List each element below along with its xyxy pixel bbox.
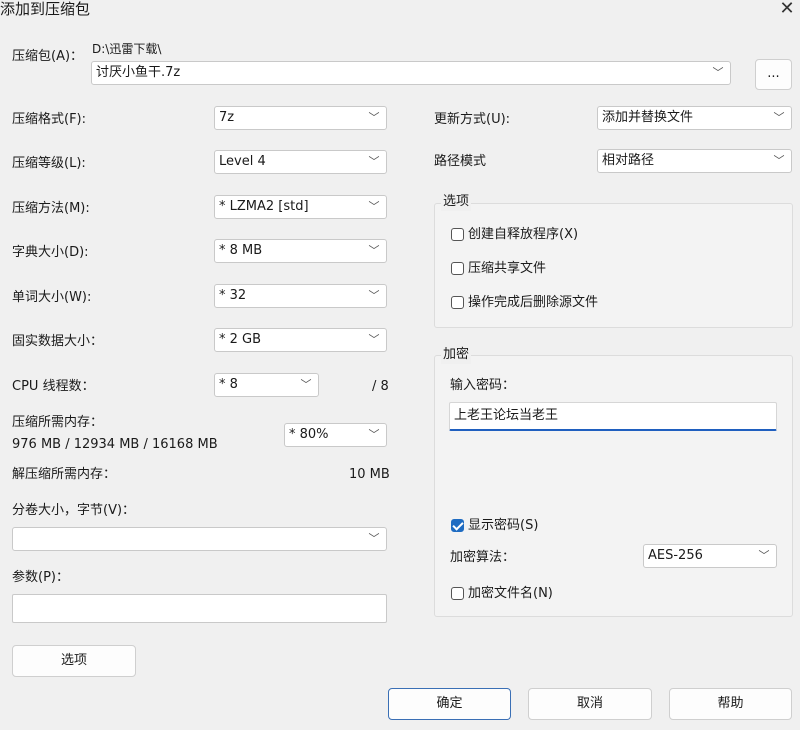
chevron-down-icon: ﹀: [712, 66, 724, 79]
chevron-down-icon: ﹀: [368, 155, 380, 168]
encrypt-names-checkbox[interactable]: [451, 587, 464, 600]
sfx-checkbox[interactable]: [451, 228, 464, 241]
mem-usage-value: * 80%: [289, 427, 329, 442]
password-input[interactable]: 上老王论坛当老王: [449, 402, 777, 431]
browse-button[interactable]: ...: [755, 59, 792, 90]
format-select[interactable]: 7z ﹀: [214, 106, 387, 130]
volume-combo[interactable]: ﹀: [12, 527, 387, 551]
show-password-checkbox[interactable]: [451, 519, 464, 532]
chevron-down-icon: ﹀: [368, 200, 380, 213]
delete-checkbox[interactable]: [451, 296, 464, 309]
mem-decomp-label: 解压缩所需内存：: [12, 467, 117, 482]
path-mode-select[interactable]: 相对路径 ﹀: [597, 149, 792, 173]
archive-name-combo[interactable]: 讨厌小鱼干.7z ﹀: [91, 61, 731, 85]
update-select[interactable]: 添加并替换文件 ﹀: [597, 106, 792, 130]
method-label: 压缩方法(M):: [12, 201, 90, 216]
dict-value: * 8 MB: [219, 243, 263, 258]
threads-total: / 8: [372, 379, 389, 394]
level-select[interactable]: Level 4 ﹀: [214, 150, 387, 174]
password-label: 输入密码：: [450, 378, 516, 393]
delete-label: 操作完成后删除源文件: [468, 295, 599, 310]
ok-button[interactable]: 确定: [388, 688, 511, 720]
method-value: * LZMA2 [std]: [219, 199, 309, 214]
chevron-down-icon: ﹀: [300, 378, 312, 391]
close-icon[interactable]: ✕: [776, 0, 798, 21]
format-label: 压缩格式(F):: [12, 112, 87, 127]
method-select[interactable]: * LZMA2 [std] ﹀: [214, 195, 387, 219]
mem-comp-label: 压缩所需内存：: [12, 415, 104, 430]
threads-label: CPU 线程数：: [12, 379, 95, 394]
mem-decomp-value: 10 MB: [349, 467, 390, 482]
chevron-down-icon: ﹀: [368, 532, 380, 545]
sfx-label: 创建自释放程序(X): [468, 227, 579, 242]
path-mode-label: 路径模式: [434, 154, 487, 169]
archive-name-value: 讨厌小鱼干.7z: [96, 65, 181, 80]
chevron-down-icon: ﹀: [368, 289, 380, 302]
level-value: Level 4: [219, 154, 266, 169]
encryption-method-label: 加密算法：: [450, 550, 516, 565]
encryption-method-select[interactable]: AES-256 ﹀: [643, 544, 777, 568]
word-label: 单词大小(W):: [12, 290, 92, 305]
archive-path: D:\迅雷下载\: [92, 42, 162, 56]
update-value: 添加并替换文件: [602, 110, 694, 125]
encrypt-names-label: 加密文件名(N): [468, 586, 553, 601]
mem-comp-detail: 976 MB / 12934 MB / 16168 MB: [12, 437, 218, 452]
path-mode-value: 相对路径: [602, 153, 655, 168]
solid-value: * 2 GB: [219, 332, 262, 347]
help-button[interactable]: 帮助: [669, 688, 792, 720]
chevron-down-icon: ﹀: [368, 333, 380, 346]
chevron-down-icon: ﹀: [773, 111, 785, 124]
cancel-button[interactable]: 取消: [528, 688, 652, 720]
volume-label: 分卷大小，字节(V)：: [12, 503, 136, 518]
params-input[interactable]: [12, 594, 387, 623]
word-select[interactable]: * 32 ﹀: [214, 284, 387, 308]
level-label: 压缩等级(L):: [12, 156, 86, 171]
format-value: 7z: [219, 110, 235, 125]
threads-select[interactable]: * 8 ﹀: [214, 373, 319, 397]
shared-checkbox[interactable]: [451, 262, 464, 275]
encryption-method-value: AES-256: [648, 548, 703, 563]
threads-value: * 8: [219, 377, 238, 392]
word-value: * 32: [219, 288, 247, 303]
dict-select[interactable]: * 8 MB ﹀: [214, 239, 387, 263]
solid-select[interactable]: * 2 GB ﹀: [214, 328, 387, 352]
chevron-down-icon: ﹀: [758, 549, 770, 562]
shared-label: 压缩共享文件: [468, 261, 547, 276]
options-group-title: 选项: [441, 193, 472, 211]
chevron-down-icon: ﹀: [773, 154, 785, 167]
chevron-down-icon: ﹀: [368, 428, 380, 441]
options-button[interactable]: 选项: [12, 645, 136, 677]
archive-label: 压缩包(A)：: [12, 49, 84, 64]
mem-usage-select[interactable]: * 80% ﹀: [284, 423, 387, 447]
solid-label: 固实数据大小：: [12, 334, 104, 349]
dict-label: 字典大小(D):: [12, 245, 89, 260]
chevron-down-icon: ﹀: [368, 244, 380, 257]
encryption-group-title: 加密: [441, 346, 472, 364]
password-value: 上老王论坛当老王: [454, 408, 559, 423]
title-bar: 添加到压缩包 ✕: [0, 0, 800, 24]
params-label: 参数(P)：: [12, 570, 69, 585]
show-password-label: 显示密码(S): [468, 518, 539, 533]
chevron-down-icon: ﹀: [368, 111, 380, 124]
window-title: 添加到压缩包: [0, 0, 91, 18]
update-label: 更新方式(U):: [434, 112, 511, 127]
